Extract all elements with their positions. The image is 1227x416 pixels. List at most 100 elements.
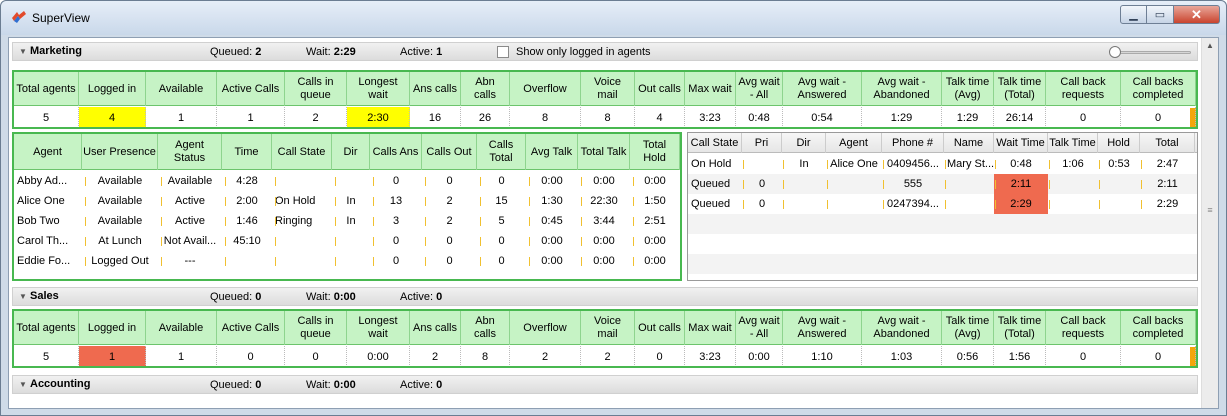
- maximize-icon: ▭: [1154, 9, 1166, 21]
- cell-separator: [633, 177, 634, 186]
- collapse-triangle-icon[interactable]: ▼: [19, 47, 27, 56]
- summary-value-cell: 0:00: [347, 346, 410, 366]
- cell-separator: [783, 200, 784, 209]
- agent-table: Agent User Presence Agent Status Time Call S…: [12, 132, 682, 281]
- superview-window: SuperView ▁ ▭ ✕ ▼ Marketing Queued: 2 Wa…: [0, 0, 1227, 416]
- zoom-slider[interactable]: [1109, 46, 1193, 58]
- call-row[interactable]: Queued 0 0247394... 2:29 2:29: [688, 194, 1197, 214]
- slider-track: [1115, 51, 1191, 54]
- title-bar[interactable]: SuperView ▁ ▭ ✕: [1, 1, 1226, 35]
- cell-separator: [827, 200, 828, 209]
- agent-header-cell: Avg Talk: [526, 134, 578, 170]
- agent-header-cell: Calls Total: [477, 134, 526, 170]
- cell-separator: [425, 217, 426, 226]
- summary-header-cell: Logged in: [79, 72, 146, 106]
- summary-value-cell: 2: [581, 346, 635, 366]
- agent-cell: 0:00: [541, 255, 563, 267]
- summary-header-cell: Talk time (Total): [994, 72, 1046, 106]
- cell-separator: [529, 237, 530, 246]
- cell-separator: [335, 237, 336, 246]
- agent-cell: 0:45: [541, 215, 563, 227]
- summary-value-cell: 2: [285, 107, 347, 127]
- summary-table-marketing: Total agents Logged in Available Active Cal…: [12, 70, 1198, 129]
- summary-header-cell: Call back requests: [1046, 72, 1121, 106]
- call-row[interactable]: Queued 0 555 2:11 2:11: [688, 174, 1197, 194]
- group-header-marketing[interactable]: ▼ Marketing Queued: 2 Wait: 2:29 Active:…: [12, 42, 1198, 61]
- group-header-sales[interactable]: ▼ Sales Queued: 0 Wait: 0:00 Active: 0: [12, 287, 1198, 306]
- collapse-triangle-icon[interactable]: ▼: [19, 292, 27, 301]
- scroll-thumb[interactable]: ≡: [1205, 198, 1215, 222]
- summary-value-cell: 26:14: [994, 107, 1046, 127]
- summary-header-cell: Avg wait - All: [736, 311, 783, 345]
- call-row[interactable]: [688, 254, 1197, 274]
- cell-separator: [581, 257, 582, 266]
- agent-cell: 2:00: [236, 195, 258, 207]
- summary-value-cell: 1:56: [994, 346, 1046, 366]
- close-button[interactable]: ✕: [1174, 5, 1220, 24]
- call-cell: [1048, 194, 1098, 214]
- agent-row[interactable]: Bob Two Available Active 1:46 Ringing In 3 2 5 0:…: [14, 211, 680, 231]
- call-cell: Queued: [691, 178, 731, 190]
- summary-value-cell: 0:48: [736, 107, 783, 127]
- cell-separator: [85, 197, 86, 206]
- agent-row[interactable]: Alice One Available Active 2:00 On Hold In 13 2…: [14, 191, 680, 211]
- call-header-cell: Wait Time: [994, 133, 1048, 153]
- collapse-triangle-icon[interactable]: ▼: [19, 380, 27, 389]
- summary-header-cell: Active Calls: [217, 72, 285, 106]
- summary-value-cell: 1:29: [942, 107, 994, 127]
- summary-value-cell: 4: [635, 107, 685, 127]
- agent-cell: 0: [446, 255, 453, 267]
- agent-cell: 0: [446, 235, 453, 247]
- summary-header-cell: Avg wait - Answered: [783, 72, 862, 106]
- cell-separator: [529, 177, 530, 186]
- summary-header-cell: Talk time (Avg): [942, 311, 994, 345]
- cell-separator: [335, 257, 336, 266]
- cell-separator: [883, 200, 884, 209]
- cell-separator: [883, 160, 884, 169]
- cell-separator: [945, 180, 946, 189]
- summary-header-cell: Avg wait - Answered: [783, 311, 862, 345]
- agent-cell: 0: [392, 235, 400, 247]
- cell-separator: [373, 177, 374, 186]
- minimize-button[interactable]: ▁: [1120, 5, 1147, 24]
- summary-header-cell: Out calls: [635, 72, 685, 106]
- agent-header-cell: Calls Ans: [370, 134, 422, 170]
- summary-header-cell: Ans calls: [410, 72, 461, 106]
- agent-row[interactable]: Carol Th... At Lunch Not Avail... 45:10 0 0 0 0…: [14, 231, 680, 251]
- summary-value-cell: 3:23: [685, 346, 736, 366]
- call-row[interactable]: [688, 234, 1197, 254]
- cell-separator: [425, 197, 426, 206]
- call-cell: 2:47: [1156, 158, 1179, 170]
- summary-value-cell: 1:29: [862, 107, 942, 127]
- slider-knob[interactable]: [1109, 46, 1121, 58]
- agent-cell: 0:00: [541, 175, 563, 187]
- agent-cell: 0:00: [644, 175, 666, 187]
- cell-separator: [633, 257, 634, 266]
- agent-cell: 3: [392, 215, 400, 227]
- agent-cell: 1:50: [644, 195, 666, 207]
- agent-cell: [272, 251, 332, 271]
- scroll-up-icon[interactable]: ▲: [1202, 38, 1218, 54]
- maximize-button[interactable]: ▭: [1147, 5, 1174, 24]
- app-icon: [12, 11, 26, 23]
- group-name: Accounting: [30, 378, 91, 390]
- call-header-cell: Hold: [1098, 133, 1140, 153]
- call-cell: Alice One: [830, 158, 878, 170]
- cell-separator: [581, 177, 582, 186]
- call-row[interactable]: On Hold In Alice One 0409456... Mary St... 0:…: [688, 154, 1197, 174]
- call-row[interactable]: [688, 214, 1197, 234]
- group-header-accounting[interactable]: ▼ Accounting Queued: 0 Wait: 0:00 Active…: [12, 375, 1198, 394]
- agent-cell: 1:46: [236, 215, 258, 227]
- agent-header-cell: Total Hold: [630, 134, 680, 170]
- agent-cell: On Hold: [275, 195, 316, 207]
- cell-separator: [529, 197, 530, 206]
- vertical-scrollbar[interactable]: ▲ ≡: [1201, 38, 1218, 408]
- show-logged-in-label: Show only logged in agents: [516, 46, 651, 58]
- cell-separator: [275, 237, 276, 246]
- show-logged-in-checkbox[interactable]: [497, 46, 509, 58]
- agent-cell: 0: [392, 175, 400, 187]
- summary-value-cell: 5: [14, 107, 79, 127]
- call-cell: [1048, 174, 1098, 194]
- agent-row[interactable]: Eddie Fo... Logged Out --- 0 0 0 0:00 0:00 0:00: [14, 251, 680, 271]
- agent-row[interactable]: Abby Ad... Available Available 4:28 0 0 0 0:00 0…: [14, 171, 680, 191]
